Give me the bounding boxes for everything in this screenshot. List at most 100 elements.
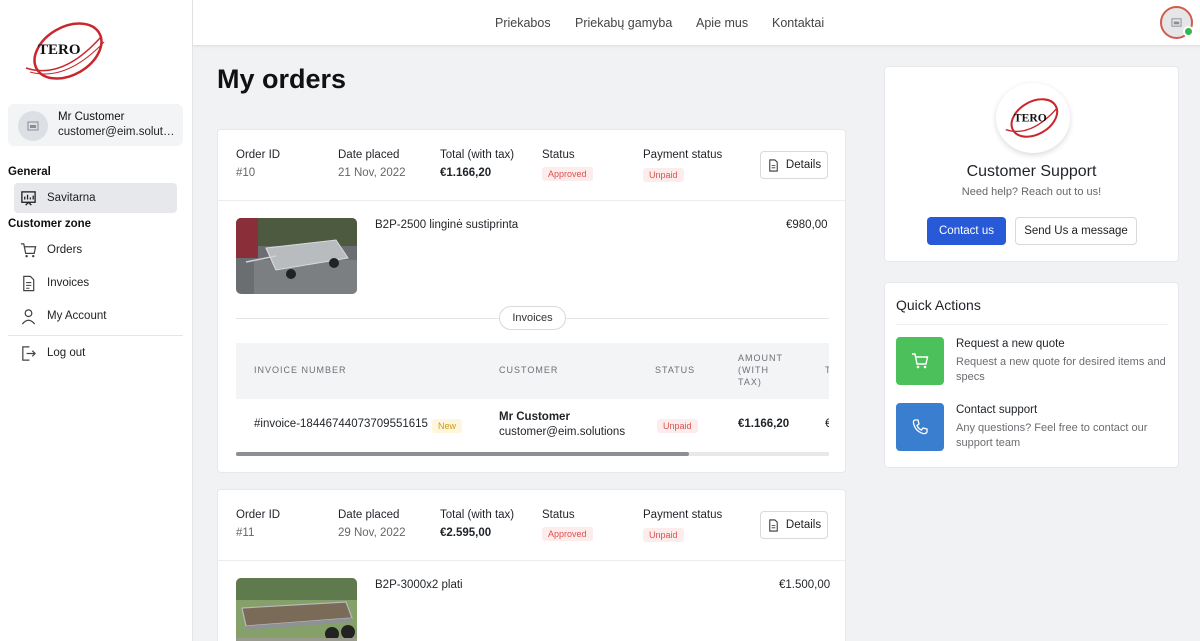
invoice-amount: €1.166,20 [738,418,790,430]
th-customer: CUSTOMER [499,365,559,375]
order-total: €2.595,00 [440,527,492,539]
document-icon [23,275,35,291]
order-id: #10 [236,167,256,179]
order-id: #11 [236,527,255,539]
support-title: Customer Support [966,163,1097,180]
sidebar-item-my-account[interactable]: My Account [14,301,177,331]
date-placed-label: Date placed [338,509,400,521]
page-title: My orders [217,64,347,94]
product-name: B2P-2500 linginė sustiprinta [375,219,519,231]
order-id-label: Order ID [236,149,281,161]
customer-support-card: TERO Customer Support Need help? Reach o… [884,66,1179,262]
product-price: €1.500,00 [779,579,831,591]
sidebar-item-label: Orders [47,244,83,256]
total-label: Total (with tax) [440,149,515,161]
section-customer-zone: Customer zone [8,218,92,230]
image-placeholder-icon [27,121,39,131]
cart-icon [20,242,37,257]
invoice-status-badge: Unpaid [657,419,698,433]
invoice-customer-email: customer@eim.solutions [499,426,626,438]
quick-action-icon-box [896,337,944,385]
divider [218,200,845,201]
phone-icon [912,419,928,435]
sidebar: TERO Mr Customer customer@eim.solutions … [0,0,193,641]
th-amount: AMOUNT [738,353,783,363]
status-badge: Approved [542,527,593,541]
sidebar-item-orders[interactable]: Orders [14,235,177,265]
th-truncated: T [825,365,829,375]
product-image [236,218,357,294]
date-placed-label: Date placed [338,149,400,161]
sidebar-item-label: Invoices [47,277,90,289]
total-label: Total (with tax) [440,509,515,521]
payment-status-badge: Unpaid [643,168,684,182]
payment-status-badge: Unpaid [643,528,684,542]
quick-action-request-quote[interactable]: Request a new quote Request a new quote … [896,337,1174,389]
product-name: B2P-3000x2 plati [375,579,463,591]
sidebar-item-invoices[interactable]: Invoices [14,268,177,298]
quick-action-icon-box [896,403,944,451]
logo-text: TERO [1014,111,1047,124]
th-amount: TAX) [738,377,762,387]
payment-status-label: Payment status [643,509,723,521]
status-badge: Approved [542,167,593,181]
quick-action-title[interactable]: Request a new quote [956,338,1065,350]
sidebar-item-label: Savitarna [47,192,96,204]
dashboard-icon [21,190,36,206]
invoice-number[interactable]: #invoice-18446744073709551615 [254,418,428,430]
top-navigation: Priekabos Priekabų gamyba Apie mus Konta… [193,0,1200,46]
user-email: customer@eim.solutions [58,126,176,138]
nav-link-priekabos[interactable]: Priekabos [495,16,551,30]
th-status: STATUS [655,365,696,375]
product-price: €980,00 [786,219,828,231]
divider [896,324,1168,325]
details-button[interactable]: Details [760,151,828,179]
invoice-customer-name: Mr Customer [499,411,570,423]
avatar [18,111,48,141]
invoices-label: Invoices [499,306,566,330]
tero-logo[interactable]: TERO [22,18,110,84]
invoice-table: INVOICE NUMBER CUSTOMER STATUS AMOUNT (W… [236,343,829,456]
order-card: Order ID #11 Date placed 29 Nov, 2022 To… [217,489,846,641]
quick-action-description: Request a new quote for desired items an… [956,356,1166,383]
nav-link-kontaktai[interactable]: Kontaktai [772,16,824,30]
sidebar-divider [8,335,183,336]
invoice-truncated-cell: € [825,418,829,430]
document-icon [769,158,778,172]
details-button-label: Details [785,519,822,531]
divider [218,560,845,561]
th-invoice-number: INVOICE NUMBER [254,365,347,375]
new-badge: New [432,419,463,433]
scrollbar-thumb[interactable] [236,452,689,456]
send-message-button[interactable]: Send Us a message [1015,217,1137,245]
order-card: Order ID #10 Date placed 21 Nov, 2022 To… [217,129,846,473]
quick-actions-card: Quick Actions Request a new quote Reques… [884,282,1179,468]
date-placed: 21 Nov, 2022 [338,167,406,179]
date-placed: 29 Nov, 2022 [338,527,406,539]
online-status-indicator [1183,26,1194,37]
status-label: Status [542,149,575,161]
sidebar-item-label: Log out [47,347,86,359]
invoice-table-header: INVOICE NUMBER CUSTOMER STATUS AMOUNT (W… [236,343,829,399]
sidebar-item-savitarna[interactable]: Savitarna [14,183,177,213]
sidebar-item-log-out[interactable]: Log out [14,338,177,368]
logout-icon [22,345,36,361]
contact-us-button[interactable]: Contact us [927,217,1006,245]
support-logo: TERO [996,83,1070,153]
details-button[interactable]: Details [760,511,828,539]
quick-action-description: Any questions? Feel free to contact our … [956,422,1148,449]
document-icon [769,518,778,532]
details-button-label: Details [785,159,822,171]
order-total: €1.166,20 [440,167,492,179]
quick-action-title[interactable]: Contact support [956,404,1037,416]
quick-action-contact-support[interactable]: Contact support Any questions? Feel free… [896,403,1174,455]
order-id-label: Order ID [236,509,281,521]
nav-link-apie-mus[interactable]: Apie mus [696,16,748,30]
logo-text: TERO [38,42,81,58]
product-image [236,578,357,641]
user-icon [21,308,36,324]
payment-status-label: Payment status [643,149,723,161]
support-subtitle: Need help? Reach out to us! [961,186,1102,198]
user-card[interactable]: Mr Customer customer@eim.solutions [8,104,183,146]
nav-link-priekabu-gamyba[interactable]: Priekabų gamyba [575,16,672,30]
